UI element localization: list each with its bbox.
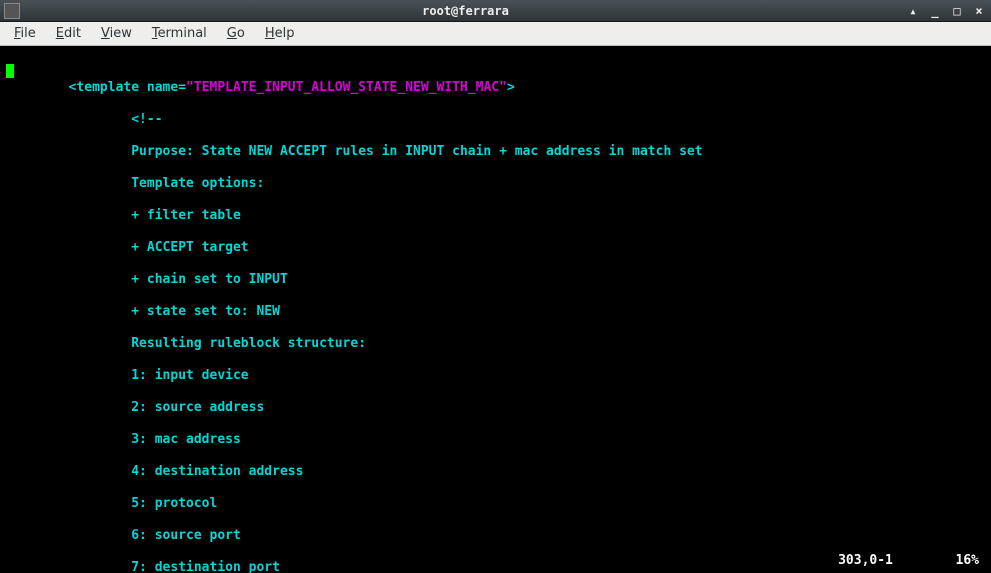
code-line: + chain set to INPUT	[6, 272, 985, 288]
cursor-position: 303,0-1	[838, 553, 893, 568]
menu-help[interactable]: Help	[257, 24, 303, 43]
code-line: 4: destination address	[6, 464, 985, 480]
maximize-button[interactable]: □	[949, 3, 965, 19]
menu-view[interactable]: View	[93, 24, 140, 43]
app-icon	[4, 3, 20, 19]
cursor	[6, 64, 14, 78]
scroll-percent: 16%	[956, 553, 979, 568]
code-line: 3: mac address	[6, 432, 985, 448]
terminal-area[interactable]: <template name="TEMPLATE_INPUT_ALLOW_STA…	[0, 46, 991, 573]
code-line: + ACCEPT target	[6, 240, 985, 256]
code-line: Resulting ruleblock structure:	[6, 336, 985, 352]
code-line: + state set to: NEW	[6, 304, 985, 320]
shade-button[interactable]: ▴	[905, 3, 921, 19]
code-line: <!--	[6, 112, 985, 128]
code-line: Template options:	[6, 176, 985, 192]
window-controls: ▴ _ □ ×	[905, 3, 987, 19]
menu-terminal[interactable]: Terminal	[144, 24, 215, 43]
menu-file[interactable]: File	[6, 24, 44, 43]
vim-status-line: 303,0-1 16%	[838, 553, 979, 569]
menu-edit[interactable]: Edit	[48, 24, 89, 43]
code-line: <template name="TEMPLATE_INPUT_ALLOW_STA…	[6, 80, 985, 96]
titlebar: root@ferrara ▴ _ □ ×	[0, 0, 991, 22]
minimize-button[interactable]: _	[927, 3, 943, 19]
close-button[interactable]: ×	[971, 3, 987, 19]
menubar: File Edit View Terminal Go Help	[0, 22, 991, 46]
code-line: 6: source port	[6, 528, 985, 544]
window-title: root@ferrara	[26, 4, 905, 18]
code-line: 5: protocol	[6, 496, 985, 512]
code-line: + filter table	[6, 208, 985, 224]
code-line: 1: input device	[6, 368, 985, 384]
code-line: Purpose: State NEW ACCEPT rules in INPUT…	[6, 144, 985, 160]
code-line: 2: source address	[6, 400, 985, 416]
menu-go[interactable]: Go	[219, 24, 253, 43]
